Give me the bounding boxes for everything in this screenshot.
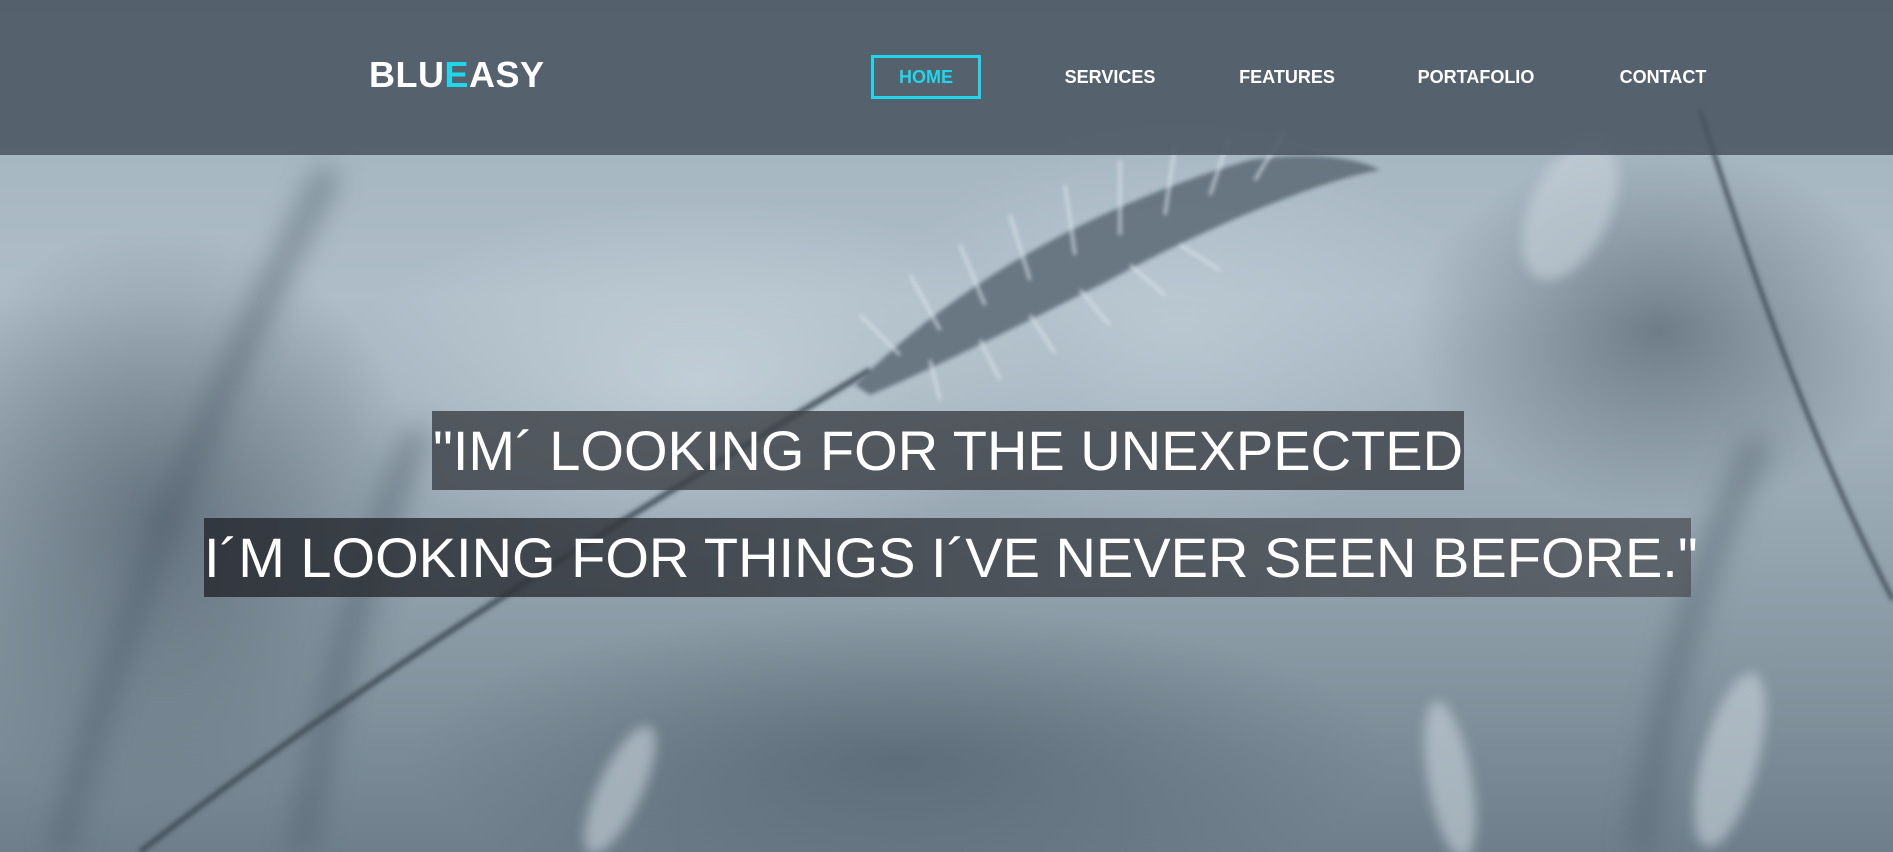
main-nav: HOME SERVICES FEATURES PORTAFOLIO CONTAC…: [0, 55, 1893, 99]
nav-item-services[interactable]: SERVICES: [1051, 55, 1169, 99]
nav-item-home[interactable]: HOME: [871, 55, 981, 99]
nav-item-features[interactable]: FEATURES: [1231, 55, 1343, 99]
hero-quote-line-1: "IM´ LOOKING FOR THE UNEXPECTED: [432, 411, 1464, 490]
nav-item-portafolio[interactable]: PORTAFOLIO: [1411, 55, 1541, 99]
hero-quote-line-2: I´M LOOKING FOR THINGS I´VE NEVER SEEN B…: [204, 518, 1698, 597]
nav-item-contact[interactable]: CONTACT: [1611, 55, 1715, 99]
site-header: BLUEASY HOME SERVICES FEATURES PORTAFOLI…: [0, 0, 1893, 155]
page: BLUEASY HOME SERVICES FEATURES PORTAFOLI…: [0, 0, 1893, 852]
